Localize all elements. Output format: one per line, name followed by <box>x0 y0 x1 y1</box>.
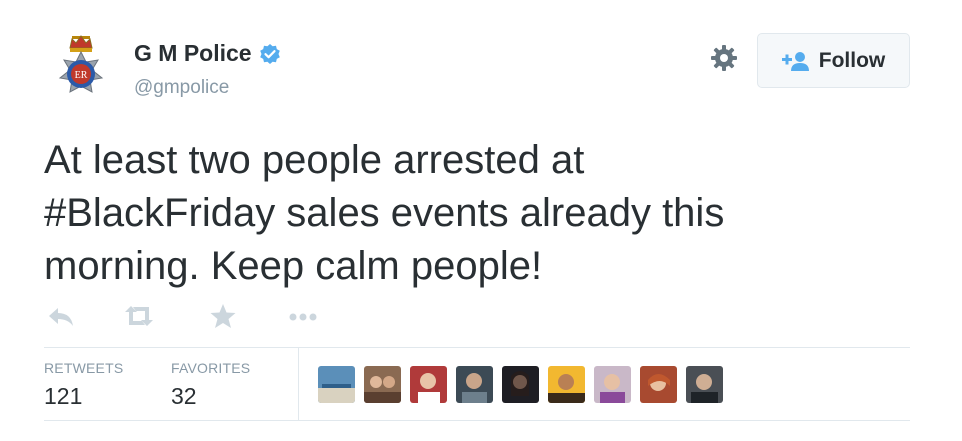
retweeter-avatar[interactable] <box>502 366 539 403</box>
author-info: G M Police @gmpolice <box>134 40 281 99</box>
follow-button[interactable]: Follow <box>757 33 910 88</box>
verified-badge-icon <box>259 43 280 64</box>
stats-divider-top <box>44 347 910 348</box>
author-avatar[interactable]: ER <box>50 32 112 108</box>
retweets-stat[interactable]: RETWEETS 121 <box>44 360 123 410</box>
author-name[interactable]: G M Police <box>134 40 252 67</box>
retweeter-avatar[interactable] <box>318 366 355 403</box>
retweeter-avatar[interactable] <box>456 366 493 403</box>
retweeter-avatar[interactable] <box>548 366 585 403</box>
svg-text:ER: ER <box>75 70 88 81</box>
author-name-row: G M Police <box>134 40 281 67</box>
retweeter-avatars <box>318 366 732 403</box>
favorites-label: FAVORITES <box>171 360 251 376</box>
favorites-count: 32 <box>171 383 197 409</box>
retweets-count: 121 <box>44 383 83 409</box>
retweeter-avatar[interactable] <box>364 366 401 403</box>
retweeter-avatar[interactable] <box>686 366 723 403</box>
stats-divider-vertical <box>298 348 299 420</box>
police-badge-icon: ER <box>58 35 104 93</box>
stats-divider-bottom <box>44 420 910 421</box>
retweeter-avatar[interactable] <box>410 366 447 403</box>
retweets-label: RETWEETS <box>44 360 124 376</box>
more-icon[interactable] <box>287 302 319 330</box>
star-icon[interactable] <box>209 302 237 330</box>
tweet-text: At least two people arrested at #BlackFr… <box>44 138 725 288</box>
gear-icon[interactable] <box>708 42 740 74</box>
tweet-card: ER G M Police @gmpolice Follow At least … <box>0 0 962 441</box>
add-user-icon <box>781 51 809 71</box>
reply-icon[interactable] <box>46 302 76 330</box>
favorites-stat[interactable]: FAVORITES 32 <box>171 360 250 410</box>
retweeter-avatar[interactable] <box>640 366 677 403</box>
retweeter-avatar[interactable] <box>594 366 631 403</box>
author-handle[interactable]: @gmpolice <box>134 77 281 99</box>
follow-label: Follow <box>818 48 886 72</box>
retweet-icon[interactable] <box>122 302 156 330</box>
